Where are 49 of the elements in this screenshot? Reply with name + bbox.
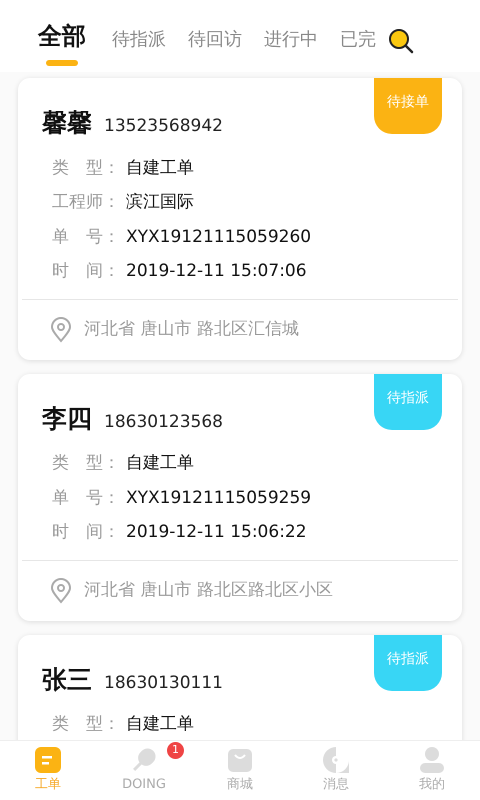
field-value: 2019-12-11 15:06:22: [126, 521, 307, 544]
field-label: 时 间：: [52, 521, 121, 544]
field-value: XYX19121115059259: [126, 486, 312, 510]
tab[interactable]: 待指派: [112, 18, 166, 53]
tab[interactable]: 已完: [340, 18, 376, 53]
field-value: 2019-12-11 15:07:06: [126, 260, 307, 283]
field-value: XYX19121115059260: [126, 226, 312, 248]
nav-tab[interactable]: 消息: [288, 741, 384, 800]
person-icon: [418, 746, 446, 774]
order-card[interactable]: 待指派 张三 18630130111 类 型： 自建工单: [18, 634, 462, 740]
search-icon[interactable]: [388, 28, 414, 54]
paddle-icon: [130, 746, 158, 774]
phone-number: 13523568942: [104, 115, 223, 138]
nav-tab[interactable]: 1 DOING: [96, 741, 192, 800]
field-label: 时 间：: [52, 260, 121, 283]
customer-name: 馨馨: [42, 107, 92, 139]
order-card[interactable]: 待接单 馨馨 13523568942 类 型： 自建工单 工程师： 滨江国际 单 号： XYX19121115059260 时 间： 2019-12-11 15:07:06 河北省 唐山市 路北区汇信城: [18, 78, 462, 360]
bag-icon: [226, 746, 254, 774]
field-label: 类 型：: [52, 713, 121, 736]
nav-tab[interactable]: 我的: [384, 741, 480, 800]
field-label: 单 号：: [52, 226, 121, 248]
status-badge: 待指派: [374, 634, 442, 690]
field-value: 自建工单: [126, 156, 194, 180]
customer-name: 张三: [42, 664, 92, 696]
field-label: 类 型：: [52, 452, 121, 475]
nav-tab[interactable]: 商城: [192, 741, 288, 800]
chat-icon: [322, 746, 350, 774]
field-value: 滨江国际: [126, 191, 194, 214]
status-badge: 待指派: [374, 374, 442, 430]
phone-number: 18630130111: [104, 672, 223, 694]
field-label: 单 号：: [52, 486, 121, 510]
tab[interactable]: 进行中: [264, 18, 318, 53]
location-pin-icon: [50, 578, 72, 604]
address-text: 河北省 唐山市 路北区路北区小区: [84, 578, 333, 602]
address-text: 河北省 唐山市 路北区汇信城: [84, 318, 299, 341]
tab[interactable]: 待回访: [188, 18, 242, 53]
field-label: 工程师：: [52, 191, 121, 214]
count-badge: 1: [167, 742, 184, 759]
order-card[interactable]: 待指派 李四 18630123568 类 型： 自建工单 单 号： XYX19121115059259 时 间： 2019-12-11 15:06:22 河北省 唐山市 路北区路北区小区: [18, 374, 462, 620]
status-badge: 待接单: [374, 78, 442, 134]
phone-number: 18630123568: [104, 410, 223, 434]
customer-name: 李四: [42, 402, 92, 434]
tab[interactable]: 全部: [38, 18, 86, 66]
field-value: 自建工单: [126, 452, 194, 475]
note-icon: [34, 746, 62, 774]
location-pin-icon: [50, 316, 72, 342]
field-label: 类 型：: [52, 156, 121, 180]
nav-tab[interactable]: 工单: [0, 741, 96, 800]
field-value: 自建工单: [126, 713, 194, 736]
